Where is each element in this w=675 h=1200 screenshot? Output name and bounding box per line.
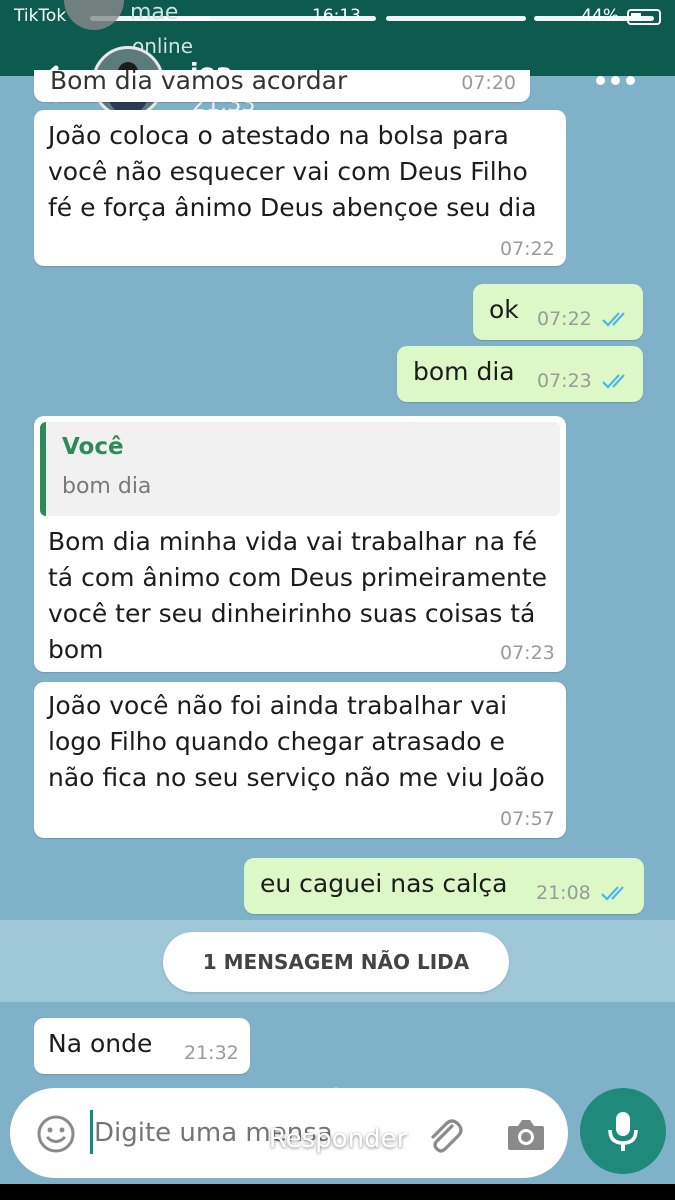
story-progress-segment (534, 16, 654, 21)
chevron-up-icon[interactable] (306, 1084, 366, 1110)
mic-icon (608, 1112, 638, 1151)
message-text: João você não foi ainda trabalhar vai lo… (48, 691, 545, 792)
story-progress-segment (166, 16, 376, 21)
message-time: 07:57 (500, 808, 555, 830)
message-text: Bom dia minha vida vai trabalhar na fé t… (48, 527, 548, 664)
message-text: eu caguei nas calça (260, 869, 508, 898)
bottom-edge (0, 1184, 675, 1200)
message-bubble-incoming[interactable]: João você não foi ainda trabalhar vai lo… (34, 682, 566, 838)
message-bubble-outgoing[interactable]: ok 07:22 (473, 284, 643, 340)
quote-author: Você (62, 434, 124, 460)
attach-icon[interactable] (422, 1112, 466, 1156)
message-text: João coloca o atestado na bolsa para voc… (48, 121, 537, 222)
message-time: 21:08 (536, 882, 591, 904)
camera-icon[interactable] (504, 1114, 548, 1154)
double-check-icon (602, 374, 625, 389)
text-cursor (90, 1110, 93, 1154)
message-bubble-outgoing[interactable]: eu caguei nas calça 21:08 (244, 858, 644, 914)
message-time: 21:32 (184, 1042, 239, 1064)
emoji-icon[interactable] (36, 1114, 76, 1154)
quoted-message[interactable]: Você bom dia (40, 422, 560, 516)
unread-messages-divider: 1 MENSAGEM NÃO LIDA (163, 932, 509, 992)
message-time: 07:20 (461, 72, 516, 94)
message-text: Bom dia vamos acordar (50, 66, 348, 95)
message-text: Na onde (48, 1029, 153, 1058)
message-bubble-outgoing[interactable]: bom dia 07:23 (397, 346, 643, 402)
double-check-icon (601, 886, 624, 901)
message-bubble-incoming[interactable]: Você bom dia Bom dia minha vida vai trab… (34, 416, 566, 672)
status-app-label: TikTok (14, 6, 67, 26)
message-text: bom dia (413, 357, 515, 386)
message-text: ok (489, 295, 519, 324)
story-reply-button[interactable]: Responder (256, 1124, 420, 1154)
story-progress-segment (386, 16, 526, 21)
contact-name[interactable]: mae (130, 0, 178, 25)
message-bubble-incoming[interactable]: Bom dia vamos acordar 07:20 (34, 66, 530, 102)
quote-text: bom dia (62, 474, 152, 499)
message-time: 07:22 (500, 238, 555, 260)
mic-button[interactable] (580, 1088, 666, 1174)
message-bubble-incoming[interactable]: Na onde 21:32 (34, 1018, 250, 1074)
message-time: 07:23 (500, 642, 555, 664)
message-time: 07:22 (537, 308, 592, 330)
message-time: 07:23 (537, 370, 592, 392)
double-check-icon (602, 312, 625, 327)
message-bubble-incoming[interactable]: João coloca o atestado na bolsa para voc… (34, 110, 566, 266)
more-options-icon[interactable] (596, 70, 646, 90)
